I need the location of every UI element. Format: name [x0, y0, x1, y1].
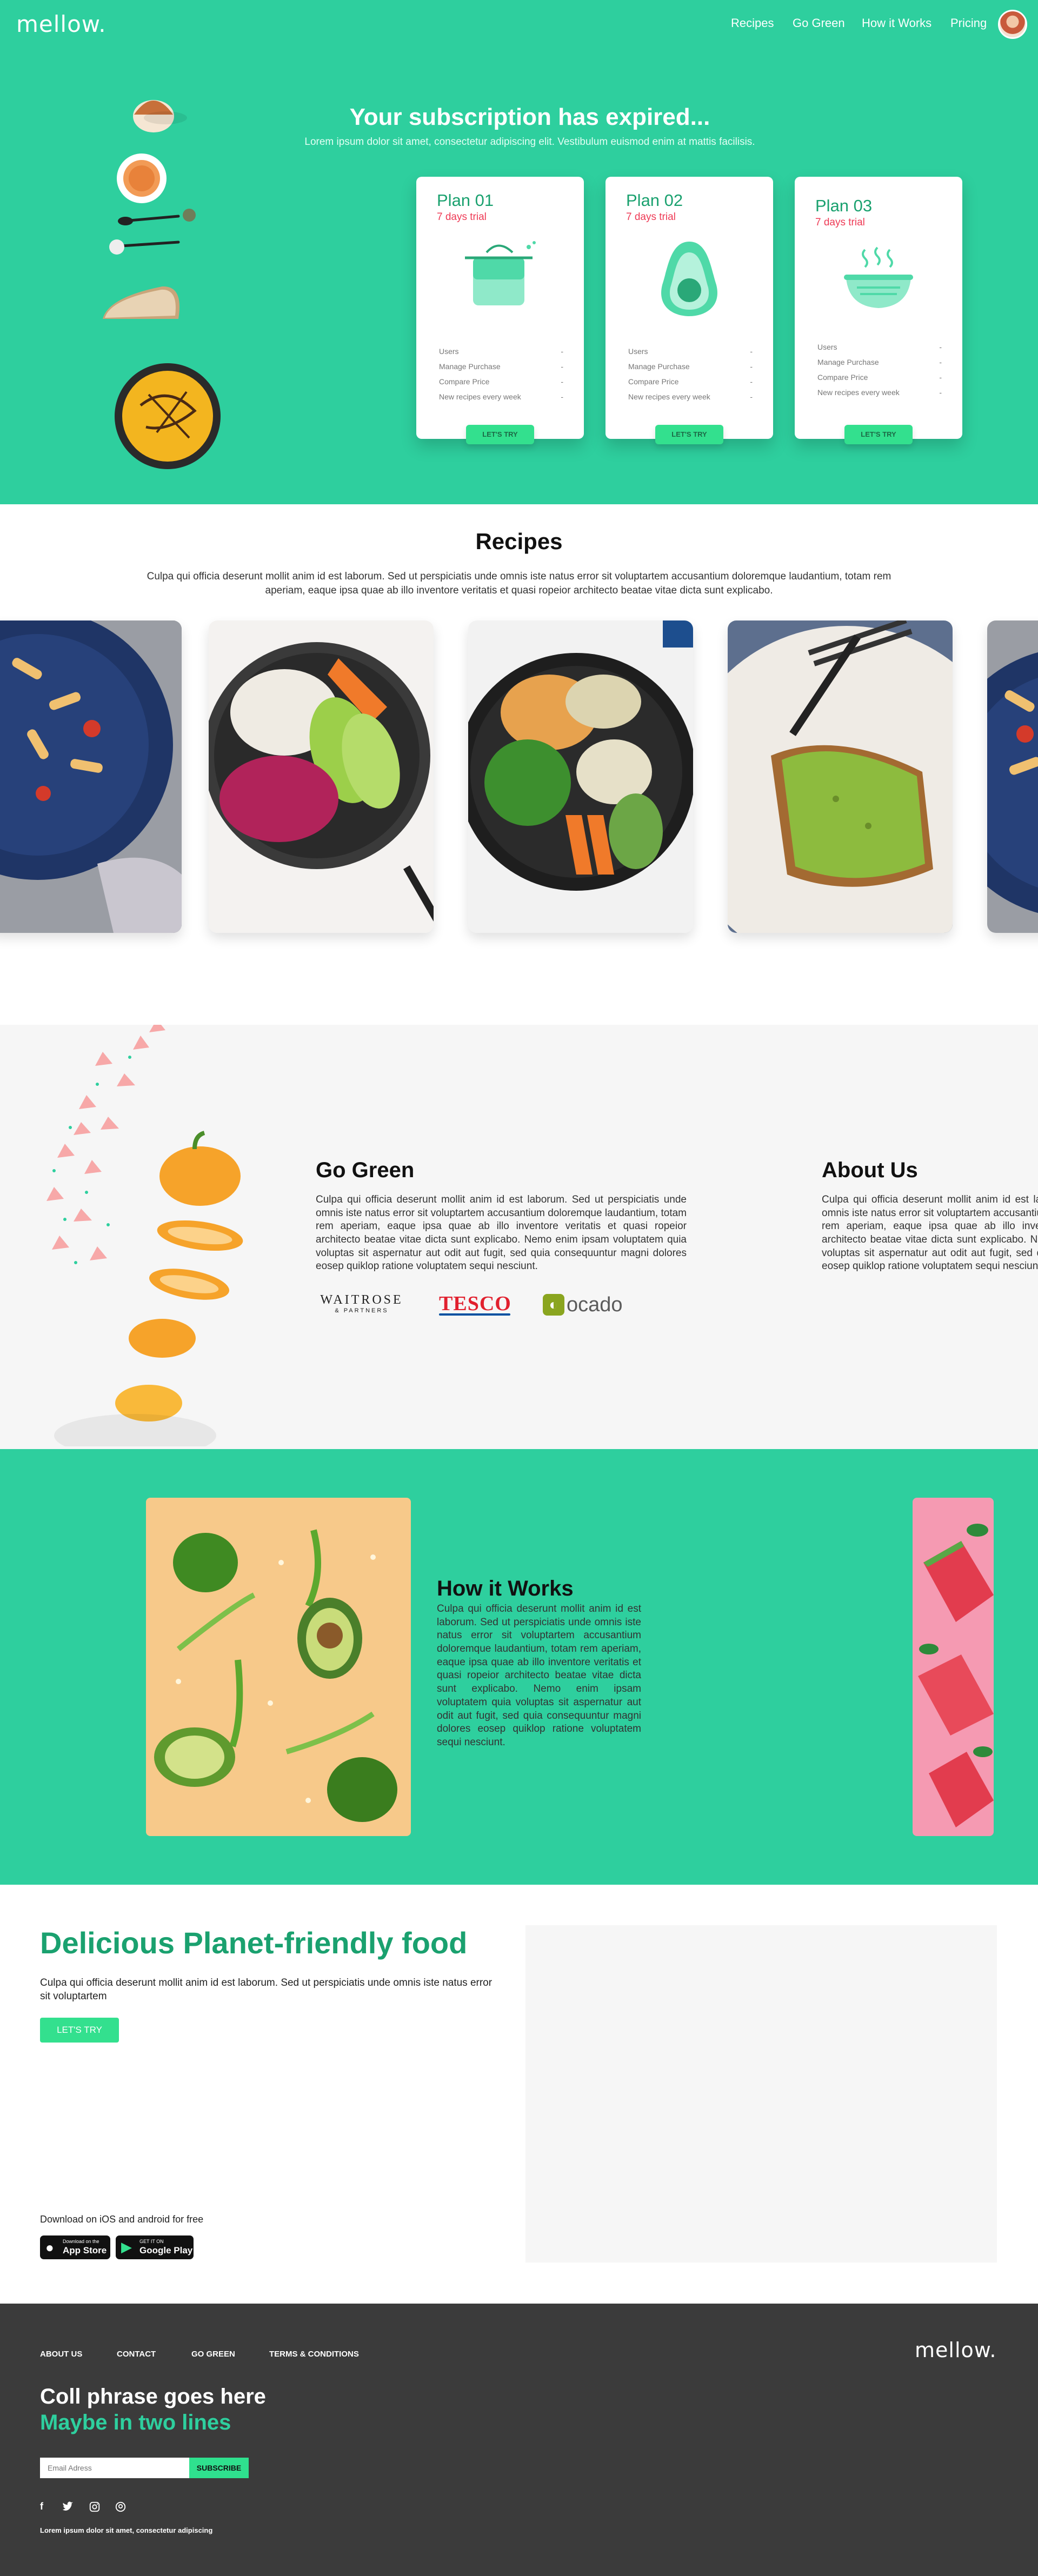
footer-link-about[interactable]: ABOUT US — [40, 2350, 82, 2359]
plan-3-try-button[interactable]: LET'S TRY — [844, 425, 913, 444]
google-play-button[interactable]: ▶ GET IT ON Google Play — [116, 2235, 194, 2259]
nav-pricing[interactable]: Pricing — [950, 16, 987, 30]
veggie-bowl-image — [468, 620, 693, 933]
watermelon-image — [913, 1498, 994, 1836]
recipes-text: Culpa qui officia deserunt mollit anim i… — [147, 571, 891, 596]
lets-try-button[interactable]: LET'S TRY — [40, 2018, 119, 2043]
facebook-icon[interactable]: f — [40, 2501, 52, 2513]
pinterest-icon[interactable] — [115, 2501, 127, 2513]
plan-feature: Manage Purchase - — [817, 358, 942, 366]
nav-go-green[interactable]: Go Green — [793, 16, 845, 30]
how-title: How it Works — [437, 1577, 574, 1600]
app-store-button[interactable]: ● Download on the App Store — [40, 2235, 110, 2259]
plan-2-try-button[interactable]: LET'S TRY — [655, 425, 723, 444]
call-phrase-1: Coll phrase goes here — [40, 2385, 266, 2408]
recipe-card[interactable] — [987, 620, 1038, 933]
recipes-title: Recipes — [475, 529, 563, 554]
plan-feature: Manage Purchase - — [628, 362, 753, 371]
nav-recipes[interactable]: Recipes — [731, 16, 774, 30]
footer: ABOUT US CONTACT GO GREEN TERMS & CONDIT… — [0, 2304, 1038, 2576]
plan-trial: 7 days trial — [626, 211, 676, 223]
nav-how-it-works[interactable]: How it Works — [862, 16, 931, 30]
plan-name: Plan 02 — [626, 191, 683, 210]
go-green-section: Go Green Culpa qui officia deserunt moll… — [0, 1025, 1038, 1449]
apple-icon: ● — [45, 2239, 54, 2255]
recipe-card[interactable] — [728, 620, 953, 933]
plan-feature: Compare Price - — [817, 373, 942, 382]
avocado-icon — [661, 242, 717, 316]
play-icon: ▶ — [121, 2239, 132, 2255]
plan-card-2: Plan 02 7 days trial Users - Manage Purch… — [606, 177, 773, 444]
plan-feature: Users - — [628, 347, 753, 356]
subscribe-button[interactable]: SUBSCRIBE — [189, 2458, 249, 2478]
twitter-icon[interactable] — [62, 2501, 74, 2513]
email-field[interactable] — [40, 2458, 189, 2478]
bowl-icon — [844, 246, 913, 308]
plan-feature: Compare Price - — [628, 377, 753, 386]
plan-card-1: Plan 01 7 days trial Users - Manage Purch… — [416, 177, 584, 444]
how-text: Culpa qui officia deserunt mollit anim i… — [437, 1603, 641, 1748]
hero-subtitle: Lorem ipsum dolor sit amet, consectetur … — [304, 136, 755, 148]
plan-feature: Users - — [439, 347, 563, 356]
avocado-toast-image — [728, 620, 953, 933]
go-green-title: Go Green — [316, 1158, 415, 1182]
plan-feature: New recipes every week - — [628, 392, 753, 401]
about-title: About Us — [822, 1158, 918, 1182]
hero-title: Your subscription has expired... — [349, 104, 710, 130]
plan-trial: 7 days trial — [815, 217, 865, 228]
avatar[interactable] — [998, 10, 1027, 39]
plan-feature: Manage Purchase - — [439, 362, 563, 371]
plan-feature: Compare Price - — [439, 377, 563, 386]
ocado-logo: ◐ ocado — [543, 1293, 623, 1317]
plan-feature: New recipes every week - — [817, 388, 942, 397]
pot-icon — [465, 241, 536, 305]
media-placeholder — [525, 1925, 997, 2263]
footer-link-terms[interactable]: TERMS & CONDITIONS — [269, 2350, 359, 2359]
delicious-text: Culpa qui officia deserunt mollit anim i… — [40, 1977, 493, 2002]
plan-name: Plan 03 — [815, 196, 873, 215]
waitrose-logo: WAITROSE & PARTNERS — [320, 1293, 403, 1314]
recipe-card[interactable] — [468, 620, 693, 933]
go-green-text: Culpa qui officia deserunt mollit anim i… — [316, 1194, 687, 1272]
pepper-illustration — [46, 1025, 243, 1446]
plan-feature: New recipes every week - — [439, 392, 563, 401]
tesco-logo: TESCO — [439, 1292, 511, 1316]
plan-feature: Users - — [817, 343, 942, 351]
recipe-card[interactable] — [0, 620, 182, 933]
plan-name: Plan 01 — [437, 191, 494, 210]
how-it-works-section: How it Works Culpa qui officia deserunt … — [0, 1449, 1038, 1885]
footer-note: Lorem ipsum dolor sit amet, consectetur … — [40, 2526, 213, 2534]
rice-bowl-image — [209, 620, 434, 933]
plan-trial: 7 days trial — [437, 211, 487, 223]
call-phrase-2: Maybe in two lines — [40, 2411, 231, 2434]
footer-link-go-green[interactable]: GO GREEN — [191, 2350, 235, 2359]
footer-link-contact[interactable]: CONTACT — [117, 2350, 156, 2359]
download-text: Download on iOS and android for free — [40, 2214, 204, 2225]
pasta-image — [987, 620, 1038, 933]
hero-section: mellow. Recipes Go Green How it Works Pr… — [0, 0, 1038, 504]
instagram-icon[interactable] — [89, 2501, 101, 2513]
recipe-card[interactable] — [209, 620, 434, 933]
footer-logo[interactable]: mellow. — [915, 2338, 996, 2362]
plan-card-3: Plan 03 7 days trial Users - Manage Purch… — [795, 177, 962, 444]
pasta-image — [0, 620, 182, 933]
plan-1-try-button[interactable]: LET'S TRY — [466, 425, 534, 444]
logo[interactable]: mellow. — [16, 11, 107, 37]
delicious-title: Delicious Planet-friendly food — [40, 1926, 468, 1960]
vegetables-image — [146, 1498, 411, 1836]
about-text: Culpa qui officia deserunt mollit anim i… — [822, 1194, 1038, 1272]
